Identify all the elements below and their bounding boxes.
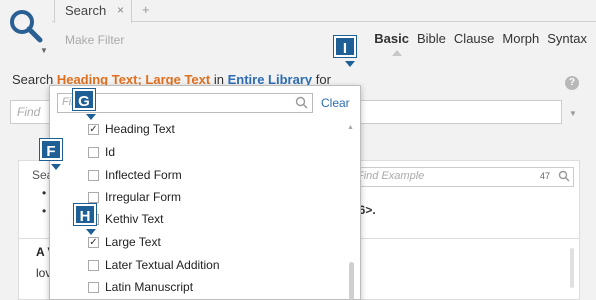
- tab-search[interactable]: Search ×: [54, 0, 132, 23]
- tab-basic[interactable]: Basic: [373, 31, 410, 46]
- active-tab-indicator: [392, 50, 402, 56]
- field-option[interactable]: Kethiv Text: [88, 208, 338, 230]
- callout-marker-i: I: [334, 36, 356, 57]
- field-option-label: Latin Manuscript: [105, 280, 194, 294]
- result-count: 47: [540, 171, 551, 181]
- search-mode-tabs: Basic Bible Clause Morph Syntax: [373, 31, 588, 46]
- field-option[interactable]: ✓ Heading Text: [88, 118, 338, 140]
- checkbox[interactable]: [88, 169, 99, 181]
- close-icon[interactable]: ×: [117, 3, 124, 17]
- checkbox[interactable]: [88, 146, 99, 158]
- search-logo-icon[interactable]: [8, 8, 44, 44]
- tab-clause[interactable]: Clause: [453, 31, 495, 46]
- callout-tail: [86, 114, 96, 120]
- scrollbar[interactable]: [570, 248, 574, 288]
- help-icon[interactable]: ?: [565, 76, 579, 90]
- search-icon[interactable]: [558, 170, 570, 182]
- field-option[interactable]: Inflected Form: [88, 164, 338, 186]
- list-bullet: •: [42, 186, 47, 200]
- chevron-down-icon[interactable]: ▼: [40, 46, 48, 55]
- field-option-label: Id: [105, 145, 116, 159]
- field-option[interactable]: Later Textual Addition: [88, 254, 338, 276]
- field-option-label: Heading Text: [105, 122, 175, 136]
- filter-input[interactable]: Filter: [57, 93, 313, 113]
- list-bullet: •: [42, 204, 47, 218]
- field-option-label: Inflected Form: [105, 168, 182, 182]
- search-prefix: Search: [12, 72, 54, 87]
- checkbox[interactable]: [88, 281, 99, 293]
- tab-strip: Search × +: [52, 0, 596, 23]
- scroll-up-icon[interactable]: ▲: [347, 124, 354, 131]
- checkbox[interactable]: ✓: [88, 236, 99, 248]
- callout-tail: [51, 164, 61, 170]
- tab-syntax[interactable]: Syntax: [546, 31, 588, 46]
- add-tab-button[interactable]: +: [142, 2, 150, 17]
- field-option-label: Irregular Form: [105, 190, 182, 204]
- tab-bible[interactable]: Bible: [416, 31, 447, 46]
- callout-marker-g: G: [73, 89, 95, 110]
- field-option[interactable]: Irregular Form: [88, 186, 338, 208]
- tab-label: Search: [65, 3, 107, 18]
- clear-button[interactable]: Clear: [321, 96, 350, 110]
- callout-marker-f: F: [40, 139, 62, 160]
- field-option-label: Later Textual Addition: [105, 258, 220, 272]
- field-option[interactable]: Id: [88, 141, 338, 163]
- search-icon: [295, 96, 308, 109]
- make-filter-button[interactable]: Make Filter: [65, 33, 124, 47]
- chevron-down-icon[interactable]: ▼: [569, 109, 577, 118]
- scrollbar-thumb[interactable]: [349, 262, 354, 300]
- checkbox[interactable]: [88, 191, 99, 203]
- field-option[interactable]: Latin Manuscript: [88, 276, 338, 298]
- callout-tail: [345, 61, 355, 67]
- tab-morph[interactable]: Morph: [501, 31, 540, 46]
- callout-tail: [86, 229, 96, 235]
- callout-marker-h: H: [74, 204, 96, 225]
- field-option-label: Large Text: [105, 235, 161, 249]
- checkbox[interactable]: ✓: [88, 123, 99, 135]
- field-option-label: Kethiv Text: [105, 212, 164, 226]
- checkbox[interactable]: [88, 259, 99, 271]
- field-option[interactable]: ✓ Large Text: [88, 231, 338, 253]
